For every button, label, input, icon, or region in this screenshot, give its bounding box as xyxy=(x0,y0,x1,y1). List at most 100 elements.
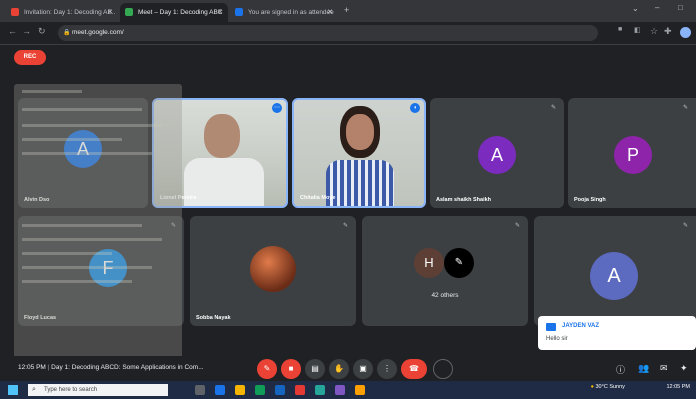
overlay-line xyxy=(22,238,162,241)
participant-name: Sobba Nayak xyxy=(196,315,231,321)
tab-meet[interactable]: Meet – Day 1: Decoding ABC ✕ xyxy=(120,3,228,22)
avatar: P xyxy=(614,136,652,174)
info-icon[interactable]: ⓘ xyxy=(616,363,625,376)
meeting-control-bar: 12:05 PM | Day 1: Decoding ABCD: Some Ap… xyxy=(0,356,696,381)
avatar: H xyxy=(414,248,444,278)
chat-icon[interactable]: ✉ xyxy=(660,363,668,374)
participant-tile[interactable]: ✎ A Aslam shaikh Shaikh xyxy=(430,98,564,208)
url-text: meet.google.com/ xyxy=(72,29,124,36)
participant-video-tile[interactable]: ◖ Chitalia Moye xyxy=(292,98,426,208)
browser-tab-strip: Invitation: Day 1: Decoding AB.. ✕ Meet … xyxy=(0,0,696,22)
participant-name: Chitalia Moye xyxy=(300,195,336,201)
info-icon xyxy=(235,8,243,16)
participant-name: Aslam shaikh Shaikh xyxy=(436,197,492,203)
mic-off-icon: ✎ xyxy=(682,105,688,111)
leave-call-button[interactable]: ☎ xyxy=(401,359,427,379)
rec-label: REC xyxy=(23,54,37,60)
edge-icon[interactable] xyxy=(215,385,225,395)
more-options-icon[interactable]: ⋯ xyxy=(272,103,282,113)
address-bar[interactable]: 🔒 meet.google.com/ xyxy=(58,25,598,41)
overlay-line xyxy=(22,280,132,283)
tab-invitation[interactable]: Invitation: Day 1: Decoding AB.. ✕ xyxy=(6,3,118,22)
windows-start-icon[interactable] xyxy=(8,385,18,395)
meeting-title: Day 1: Decoding ABCD: Some Applications … xyxy=(51,364,204,371)
avatar: ✎ xyxy=(444,248,474,278)
others-count: 42 others xyxy=(431,292,459,299)
lock-icon: 🔒 xyxy=(63,30,71,36)
taskbar-search[interactable]: ⌕ Type here to search xyxy=(28,384,168,396)
participant-tile[interactable]: ✎ Sobba Nayak xyxy=(190,216,356,326)
overlay-line xyxy=(22,108,142,111)
mic-off-icon: ✎ xyxy=(342,223,348,229)
chat-icon xyxy=(546,323,556,331)
participant-tile[interactable]: ✎ P Pooja Singh xyxy=(568,98,696,208)
app-icon[interactable] xyxy=(355,385,365,395)
maximize-icon[interactable]: □ xyxy=(678,3,683,12)
tab-signed-in[interactable]: You are signed in as attendee ✕ xyxy=(230,3,338,22)
tab-title: You are signed in as attendee xyxy=(248,9,334,16)
speaking-icon: ◖ xyxy=(410,103,420,113)
file-explorer-icon[interactable] xyxy=(235,385,245,395)
weather-icon: ● xyxy=(590,384,594,390)
forward-icon[interactable]: → xyxy=(22,26,31,36)
overlay-line xyxy=(22,90,82,93)
mic-off-icon: ✎ xyxy=(514,223,520,229)
participant-group-tile[interactable]: ✎ H ✎ 42 others xyxy=(362,216,528,326)
overlay-line xyxy=(22,266,152,269)
overlay-line xyxy=(22,252,112,255)
app-icon[interactable] xyxy=(335,385,345,395)
back-icon[interactable]: ← xyxy=(8,26,17,36)
os-taskbar: ⌕ Type here to search ● 30°C Sunny 12:05… xyxy=(0,381,696,399)
camera-off-button[interactable]: ■ xyxy=(281,359,301,379)
present-button[interactable]: ▣ xyxy=(353,359,373,379)
extension-icon[interactable]: ◧ xyxy=(634,26,641,34)
recording-badge: REC xyxy=(14,50,46,65)
avatar: A xyxy=(478,136,516,174)
task-view-icon[interactable] xyxy=(195,385,205,395)
avatar: A xyxy=(590,252,638,300)
gmail-icon xyxy=(11,8,19,16)
participant-video-body xyxy=(326,160,394,206)
overlay-window xyxy=(14,84,182,379)
reload-icon[interactable]: ↻ xyxy=(38,26,46,37)
close-icon[interactable]: ✕ xyxy=(217,3,223,22)
overlay-line xyxy=(22,224,142,227)
more-options-button[interactable]: ⋮ xyxy=(377,359,397,379)
notification-message: Hello sir xyxy=(546,336,568,342)
participant-video-face xyxy=(346,114,374,150)
tab-title: Meet – Day 1: Decoding ABC xyxy=(138,9,223,16)
app-icon[interactable] xyxy=(295,385,305,395)
close-icon[interactable]: ✕ xyxy=(107,3,113,22)
participant-name: Pooja Singh xyxy=(574,197,606,203)
minimize-icon[interactable]: – xyxy=(655,3,659,12)
profile-avatar[interactable] xyxy=(680,27,691,38)
overlay-line xyxy=(22,152,152,155)
participant-tile[interactable]: ✎ A xyxy=(534,216,696,326)
system-tray: ● 30°C Sunny 12:05 PM xyxy=(591,384,690,390)
word-icon[interactable] xyxy=(275,385,285,395)
reactions-button[interactable] xyxy=(433,359,453,379)
overlay-line xyxy=(22,124,162,127)
raise-hand-button[interactable]: ✋ xyxy=(329,359,349,379)
search-icon: ⌕ xyxy=(32,386,36,393)
mic-off-button[interactable]: ✎ xyxy=(257,359,277,379)
activities-icon[interactable]: ✦ xyxy=(680,363,688,374)
star-icon[interactable]: ☆ xyxy=(650,26,658,37)
browser-toolbar: ← → ↻ 🔒 meet.google.com/ ■ ◧ ☆ ✚ xyxy=(0,22,696,45)
meeting-time: 12:05 PM xyxy=(18,364,46,371)
mic-off-icon: ✎ xyxy=(682,223,688,229)
chrome-icon[interactable] xyxy=(255,385,265,395)
captions-button[interactable]: ▤ xyxy=(305,359,325,379)
participant-video-face xyxy=(204,114,240,158)
puzzle-icon[interactable]: ✚ xyxy=(664,26,672,37)
weather-text: 30°C Sunny xyxy=(595,384,625,390)
clock-time: 12:05 xyxy=(666,384,681,390)
camera-icon[interactable]: ■ xyxy=(618,26,622,33)
separator: | xyxy=(47,364,50,371)
people-icon[interactable]: 👥 xyxy=(638,363,649,374)
chat-notification[interactable]: JAYDEN VAZ Hello sir xyxy=(538,316,696,350)
app-icon[interactable] xyxy=(315,385,325,395)
chevron-down-icon[interactable]: ⌄ xyxy=(632,4,639,13)
close-icon[interactable]: ✕ xyxy=(327,3,333,22)
new-tab-button[interactable]: + xyxy=(344,5,349,15)
